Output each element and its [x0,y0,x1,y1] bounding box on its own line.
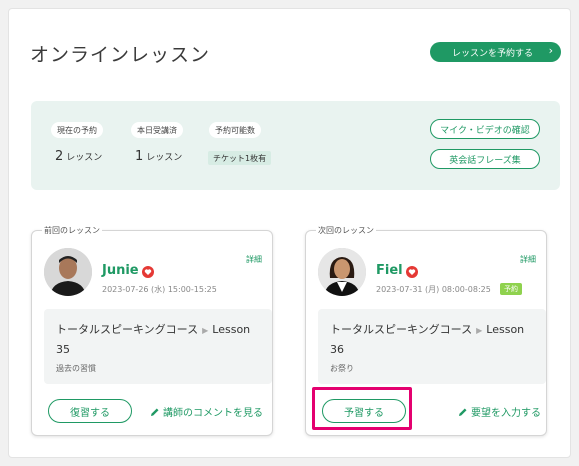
chevron-right-icon: › [548,44,553,57]
review-button[interactable]: 復習する [48,399,132,423]
current-reservation-label: 現在の予約 [51,122,103,138]
lesson-topic: 過去の習慣 [56,364,96,373]
bookable-label: 予約可能数 [209,122,261,138]
request-input-label: 要望を入力する [471,408,541,419]
arrow-icon: ▶ [202,326,209,335]
next-lesson-legend: 次回のレッスン [316,225,376,236]
heart-icon[interactable] [142,266,154,278]
course-title: トータルスピーキングコース ▶ Lesson [56,321,250,337]
lesson-topic: お祭り [330,364,354,373]
reserve-lesson-label: レッスンを予約する [452,48,534,59]
lesson-datetime: 2023-07-31 (月) 08:00-08:25 [376,285,491,294]
course-info: トータルスピーキングコース ▶ Lesson 36 お祭り [318,309,546,384]
heart-icon[interactable] [406,266,418,278]
pencil-icon [151,408,159,416]
mic-video-check-button[interactable]: マイク・ビデオの確認 [430,119,540,139]
today-taken-value: 1 レッスン [135,149,182,164]
previous-lesson-card: 前回のレッスン Junie 2023-07-26 (水) 15:00-15:25… [31,225,273,436]
course-title: トータルスピーキングコース ▶ Lesson [330,321,524,337]
phrases-button[interactable]: 英会話フレーズ集 [430,149,540,169]
detail-link[interactable]: 詳細 [246,254,262,265]
detail-link[interactable]: 詳細 [520,254,536,265]
lesson-label: Lesson [486,323,525,336]
pencil-icon [459,408,467,416]
ticket-badge: チケット1枚有 [208,151,272,165]
course-name: トータルスピーキングコース [330,323,473,336]
current-reservation-unit: レッスン [66,153,103,163]
request-input-link[interactable]: 要望を入力する [458,404,541,419]
lesson-summary: 現在の予約 2 レッスン 本日受講済 1 レッスン 予約可能数 チケット1枚有 マイ… [31,101,560,190]
today-taken-count: 1 [135,149,144,164]
teacher-comment-link[interactable]: 講師のコメントを見る [150,404,263,419]
today-taken-unit: レッスン [146,153,183,163]
arrow-icon: ▶ [476,326,483,335]
teacher-avatar [318,248,366,296]
lesson-label: Lesson [212,323,251,336]
lesson-number: 35 [56,343,70,356]
teacher-avatar [44,248,92,296]
current-reservation-value: 2 レッスン [55,149,102,164]
previous-lesson-legend: 前回のレッスン [42,225,102,236]
reserved-tag: 予約 [500,283,522,295]
teacher-comment-label: 講師のコメントを見る [163,408,263,419]
page-title: オンラインレッスン [30,44,211,66]
preview-button-highlight [312,387,412,430]
current-reservation-count: 2 [55,149,64,164]
course-name: トータルスピーキングコース [56,323,199,336]
course-info: トータルスピーキングコース ▶ Lesson 35 過去の習慣 [44,309,272,384]
today-taken-label: 本日受講済 [131,122,183,138]
lesson-datetime: 2023-07-26 (水) 15:00-15:25 [102,285,217,294]
reserve-lesson-button[interactable]: レッスンを予約する › [430,42,561,62]
lesson-number: 36 [330,343,344,356]
teacher-name[interactable]: Fiel [376,263,403,278]
teacher-name[interactable]: Junie [102,263,139,278]
